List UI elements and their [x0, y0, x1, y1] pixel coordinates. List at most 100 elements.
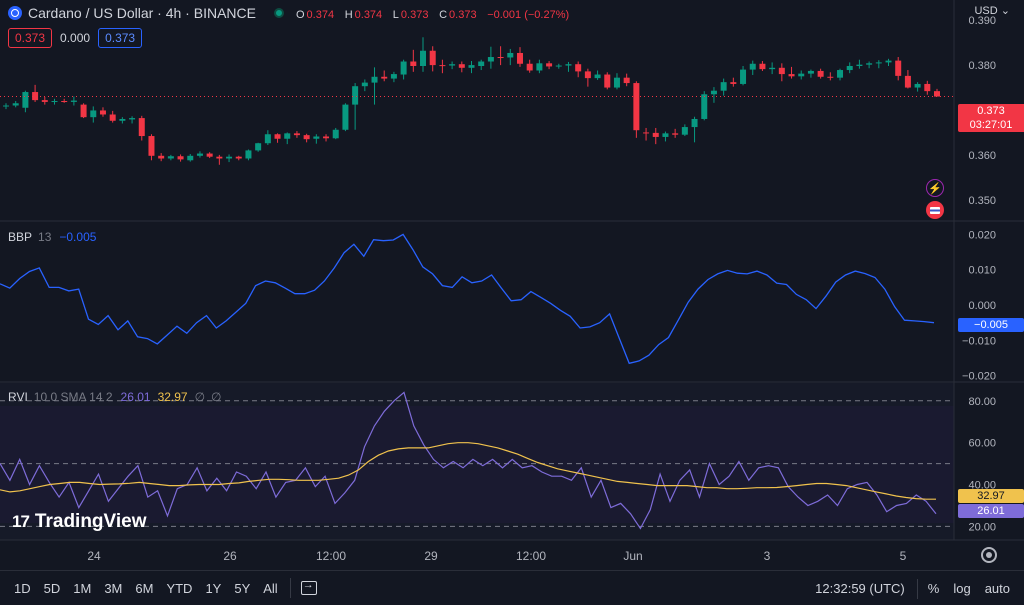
candle-body — [516, 52, 523, 64]
time-axis-label: 29 — [424, 549, 438, 563]
market-status-icon[interactable] — [273, 8, 284, 18]
candle-body — [468, 65, 475, 68]
candle-body — [51, 101, 58, 103]
auto-scale-toggle[interactable]: auto — [985, 581, 1010, 596]
candle-body — [526, 63, 533, 71]
candle-body — [827, 76, 834, 78]
bottom-right-controls: 12:32:59 (UTC) % log auto — [815, 571, 1024, 605]
candle-body — [332, 129, 339, 139]
candle-body — [875, 62, 882, 64]
high-value: 0.374 — [354, 8, 383, 21]
candle-body — [458, 64, 465, 68]
candle-body — [245, 150, 252, 159]
candle-body — [778, 67, 785, 75]
currency-label: USD — [974, 5, 998, 17]
rvi-param: 10 0 SMA 14 2 — [33, 390, 113, 404]
candle-body — [672, 133, 679, 135]
rvi-legend[interactable]: RVI 10 0 SMA 14 2 26.01 32.97 ∅ ∅ — [8, 390, 228, 404]
candle-body — [138, 118, 145, 137]
candle-body — [323, 136, 330, 139]
rvi-na-2: ∅ — [211, 390, 222, 404]
candle-body — [61, 101, 68, 103]
candle-body — [90, 110, 97, 118]
time-axis-label: 3 — [763, 549, 771, 563]
candle-body — [681, 127, 688, 135]
close-value: 0.373 — [449, 8, 477, 21]
rvi-last-value: 26.01 — [977, 505, 1005, 517]
bbp-legend[interactable]: BBP 13 −0.005 — [8, 230, 96, 244]
candle-body — [769, 67, 776, 70]
bottom-toolbar: 1D 5D 1M 3M 6M YTD 1Y 5Y All 12:32:59 (U… — [0, 570, 1024, 605]
bbp-axis-tick-label: −0.020 — [962, 371, 996, 383]
candle-body — [720, 82, 727, 91]
candle-body — [866, 63, 873, 65]
log-scale-toggle[interactable]: log — [953, 581, 970, 596]
tradingview-logo-text: TradingView — [34, 511, 147, 532]
candle-body — [749, 63, 756, 70]
range-6m-button[interactable]: 6M — [135, 581, 153, 596]
last-price-tag: 0.373 03:27:01 — [958, 104, 1024, 132]
toolbar-divider — [916, 578, 918, 599]
candle-body — [759, 63, 766, 70]
sma-last-value: 32.97 — [977, 490, 1005, 502]
bbp-axis-tick-label: 0.000 — [968, 300, 996, 312]
candle-body — [274, 134, 281, 139]
range-ytd-button[interactable]: YTD — [166, 581, 192, 596]
time-axis-label: 12:00 — [515, 549, 547, 563]
candle-body — [235, 156, 242, 159]
rvi-value: 26.01 — [120, 390, 151, 404]
close-key: C — [439, 8, 448, 21]
candle-body — [710, 90, 717, 95]
candle-body — [604, 74, 611, 88]
tradingview-logo[interactable]: 17 TradingView — [12, 511, 147, 533]
percent-scale-toggle[interactable]: % — [928, 581, 940, 596]
sell-price-button[interactable]: 0.373 — [8, 28, 53, 48]
rvi-axis-tick-label: 60.00 — [968, 438, 996, 450]
range-5d-button[interactable]: 5D — [44, 581, 61, 596]
candle-body — [507, 52, 514, 58]
candle-body — [662, 133, 669, 137]
quote-row: 0.373 0.000 0.373 — [8, 28, 150, 48]
candle-body — [846, 66, 853, 71]
range-5y-button[interactable]: 5Y — [234, 581, 250, 596]
bbp-axis-tick-label: 0.020 — [968, 229, 996, 241]
candle-body — [148, 136, 155, 156]
currency-selector[interactable]: USD ⌄ — [974, 4, 1010, 17]
candle-body — [196, 153, 203, 156]
time-axis-label: 5 — [899, 549, 907, 563]
range-all-button[interactable]: All — [263, 581, 277, 596]
rvi-axis-tick-label: 20.00 — [968, 521, 996, 533]
range-1m-button[interactable]: 1M — [73, 581, 91, 596]
candle-body — [390, 74, 397, 79]
candle-body — [177, 156, 184, 160]
chart-area[interactable]: 0.3900.3800.3700.3600.3500.0200.0100.000… — [0, 0, 1024, 570]
candle-body — [313, 136, 320, 139]
open-key: O — [295, 8, 305, 21]
settings-gear-icon[interactable] — [981, 547, 997, 563]
range-3m-button[interactable]: 3M — [104, 581, 122, 596]
symbol-legend[interactable]: Cardano / US Dollar · 4h · BINANCE O 0.37… — [8, 4, 576, 22]
us-flag-icon[interactable] — [926, 201, 944, 219]
ideas-icon[interactable]: ⚡ — [926, 179, 944, 197]
chart-canvas[interactable]: 0.3900.3800.3700.3600.3500.0200.0100.000… — [0, 0, 1024, 570]
range-1y-button[interactable]: 1Y — [205, 581, 221, 596]
candle-body — [536, 63, 543, 71]
candle-body — [3, 105, 9, 107]
candle-body — [381, 76, 388, 79]
candle-body — [12, 103, 19, 106]
utc-clock[interactable]: 12:32:59 (UTC) — [815, 581, 905, 596]
candle-body — [293, 133, 300, 136]
rvi-na-1: ∅ — [194, 390, 206, 404]
bbp-value-tag: −0.005 — [958, 318, 1024, 332]
buy-price-button[interactable]: 0.373 — [98, 28, 143, 48]
candle-body — [895, 60, 902, 76]
candle-body — [216, 156, 223, 159]
candle-body — [187, 155, 194, 161]
candle-body — [633, 83, 640, 131]
candle-body — [730, 82, 737, 84]
range-1d-button[interactable]: 1D — [14, 581, 31, 596]
rvi-value-tag: 26.01 — [958, 504, 1024, 518]
go-to-date-icon[interactable] — [300, 579, 317, 595]
bbp-param: 13 — [38, 230, 52, 244]
symbol-name[interactable]: Cardano / US Dollar · 4h · BINANCE — [28, 5, 256, 21]
